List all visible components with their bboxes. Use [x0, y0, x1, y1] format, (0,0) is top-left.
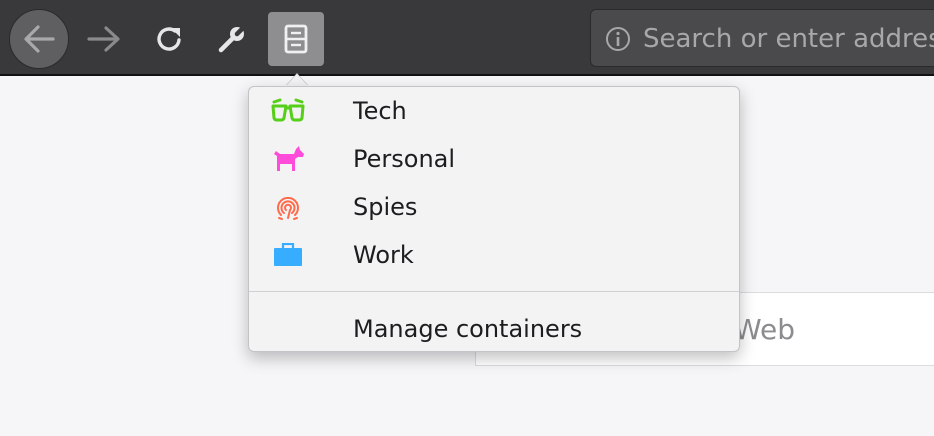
menu-item-label: Spies	[353, 193, 418, 221]
url-placeholder: Search or enter address	[643, 24, 934, 54]
menu-item-spies[interactable]: Spies	[249, 183, 739, 231]
menu-item-work[interactable]: Work	[249, 231, 739, 279]
fingerprint-icon	[271, 193, 305, 221]
menu-item-label: Work	[353, 241, 414, 269]
forward-button[interactable]	[84, 20, 124, 58]
toolbar-divider	[0, 74, 934, 76]
manage-containers-label: Manage containers	[353, 315, 583, 343]
reload-button[interactable]	[150, 20, 190, 58]
briefcase-icon	[271, 241, 305, 269]
menu-item-personal[interactable]: Personal	[249, 135, 739, 183]
glasses-icon	[271, 97, 305, 125]
search-box-text: Web	[734, 313, 796, 346]
wrench-icon	[218, 23, 248, 53]
info-icon[interactable]	[605, 26, 631, 52]
arrow-left-icon	[24, 25, 55, 53]
browser-toolbar: Search or enter address	[0, 0, 934, 74]
dog-icon	[271, 145, 305, 173]
filing-cabinet-icon	[284, 24, 308, 54]
url-bar[interactable]: Search or enter address	[590, 9, 934, 67]
menu-item-label: Personal	[353, 145, 456, 173]
reload-icon	[157, 27, 181, 51]
containers-menu: Tech Personal Spies Work Manage containe…	[248, 86, 740, 352]
menu-item-tech[interactable]: Tech	[249, 87, 739, 135]
menu-pointer	[286, 74, 308, 86]
containers-button[interactable]	[268, 12, 324, 66]
menu-item-label: Tech	[353, 97, 407, 125]
tools-button[interactable]	[212, 20, 252, 58]
manage-containers-item[interactable]: Manage containers	[249, 305, 739, 353]
back-button[interactable]	[9, 9, 69, 69]
menu-separator	[249, 291, 739, 292]
arrow-right-icon	[87, 26, 120, 52]
